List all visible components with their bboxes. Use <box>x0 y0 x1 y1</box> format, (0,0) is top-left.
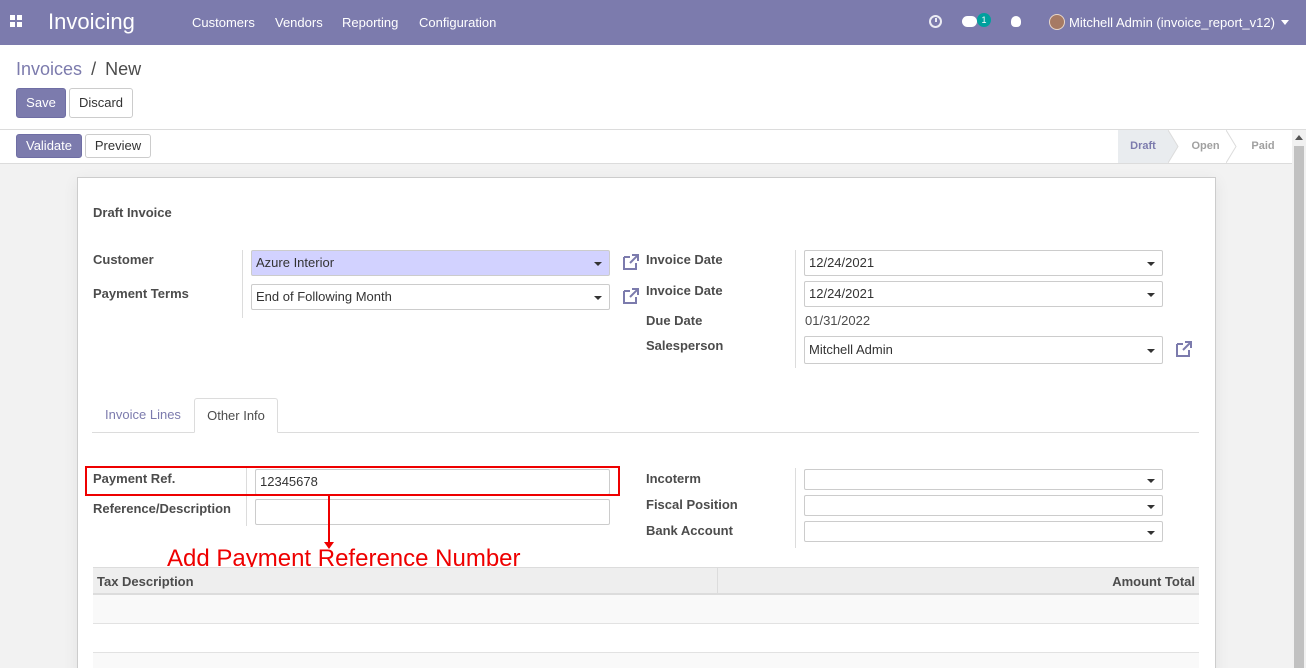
customer-value: Azure Interior <box>256 255 335 270</box>
tab-other-info[interactable]: Other Info <box>194 398 278 433</box>
invoice-date-label: Invoice Date <box>646 252 723 267</box>
preview-button[interactable]: Preview <box>85 134 151 158</box>
fiscal-position-label: Fiscal Position <box>646 497 738 512</box>
incoterm-select[interactable] <box>804 469 1163 490</box>
external-link-icon[interactable] <box>1174 339 1194 359</box>
step-draft[interactable]: Draft <box>1118 130 1168 163</box>
dropdown-caret-icon <box>1147 505 1155 509</box>
table-row <box>93 653 1199 668</box>
validate-button[interactable]: Validate <box>16 134 82 158</box>
dropdown-caret-icon <box>1147 349 1155 353</box>
salesperson-value: Mitchell Admin <box>809 342 893 357</box>
menu-reporting[interactable]: Reporting <box>342 15 398 30</box>
dropdown-caret-icon <box>594 262 602 266</box>
incoterm-label: Incoterm <box>646 471 701 486</box>
field-separator <box>795 250 796 368</box>
fiscal-position-select[interactable] <box>804 495 1163 516</box>
tax-description-header[interactable]: Tax Description <box>97 574 194 589</box>
step-separator-icon <box>1168 130 1179 163</box>
tax-table-header: Tax Description Amount Total <box>93 567 1199 595</box>
breadcrumb: Invoices / New <box>16 59 141 80</box>
debug-bug-icon[interactable] <box>1011 16 1021 27</box>
payment-terms-select[interactable]: End of Following Month <box>251 284 610 310</box>
notebook-tabs: Invoice Lines Other Info <box>92 398 1199 433</box>
dropdown-caret-icon <box>1147 262 1155 266</box>
table-row <box>93 624 1199 653</box>
app-title[interactable]: Invoicing <box>48 9 135 35</box>
step-open[interactable]: Open <box>1180 130 1231 163</box>
dropdown-caret-icon <box>1147 531 1155 535</box>
amount-total-header[interactable]: Amount Total <box>1112 574 1195 589</box>
annotation-highlight-box <box>85 466 620 496</box>
external-link-icon[interactable] <box>621 252 641 272</box>
salesperson-label: Salesperson <box>646 338 724 353</box>
table-row <box>93 595 1199 624</box>
user-caret-icon[interactable] <box>1281 20 1289 25</box>
user-avatar[interactable] <box>1049 14 1065 30</box>
invoice-date-2-label: Invoice Date <box>646 283 723 298</box>
external-link-icon[interactable] <box>621 286 641 306</box>
invoice-date-2-value: 12/24/2021 <box>809 286 875 301</box>
invoice-date-2-input[interactable]: 12/24/2021 <box>804 281 1163 307</box>
menu-vendors[interactable]: Vendors <box>275 15 323 30</box>
field-separator <box>795 468 796 548</box>
chat-badge: 1 <box>977 13 991 27</box>
dropdown-caret-icon <box>1147 293 1155 297</box>
column-separator <box>717 568 718 594</box>
breadcrumb-separator: / <box>91 59 97 79</box>
user-menu[interactable]: Mitchell Admin (invoice_report_v12) <box>1069 15 1275 30</box>
bank-account-label: Bank Account <box>646 523 733 538</box>
customer-label: Customer <box>93 252 154 267</box>
discard-button[interactable]: Discard <box>69 88 133 118</box>
activity-clock-icon[interactable] <box>929 15 942 28</box>
reference-label: Reference/Description <box>93 501 231 516</box>
step-paid[interactable]: Paid <box>1238 130 1288 163</box>
form-heading: Draft Invoice <box>93 205 172 220</box>
top-navbar: Invoicing Customers Vendors Reporting Co… <box>0 0 1306 45</box>
scroll-thumb[interactable] <box>1294 146 1304 668</box>
reference-input[interactable] <box>255 499 610 525</box>
save-button[interactable]: Save <box>16 88 66 118</box>
customer-select[interactable]: Azure Interior <box>251 250 610 276</box>
control-panel: Invoices / New Save Discard <box>0 45 1306 130</box>
status-bar: Validate Preview Draft Open Paid <box>0 130 1306 164</box>
breadcrumb-current: New <box>105 59 142 79</box>
bank-account-select[interactable] <box>804 521 1163 542</box>
tax-table: Tax Description Amount Total <box>93 567 1199 668</box>
scroll-up-arrow-icon[interactable] <box>1295 135 1303 140</box>
salesperson-select[interactable]: Mitchell Admin <box>804 336 1163 364</box>
menu-customers[interactable]: Customers <box>192 15 255 30</box>
apps-menu-icon[interactable] <box>10 15 23 28</box>
breadcrumb-invoices[interactable]: Invoices <box>16 59 82 79</box>
dropdown-caret-icon <box>594 296 602 300</box>
due-date-value: 01/31/2022 <box>805 313 871 328</box>
scrollbar[interactable] <box>1292 130 1306 668</box>
due-date-label: Due Date <box>646 313 703 328</box>
payment-terms-label: Payment Terms <box>93 286 189 301</box>
tab-invoice-lines[interactable]: Invoice Lines <box>92 398 194 433</box>
payment-terms-value: End of Following Month <box>256 289 392 304</box>
invoice-date-input[interactable]: 12/24/2021 <box>804 250 1163 276</box>
menu-configuration[interactable]: Configuration <box>419 15 496 30</box>
invoice-date-value: 12/24/2021 <box>809 255 875 270</box>
field-separator <box>242 250 243 318</box>
step-separator-icon <box>1226 130 1237 163</box>
dropdown-caret-icon <box>1147 479 1155 483</box>
messaging-chat-icon[interactable] <box>962 16 977 27</box>
annotation-arrow-line <box>328 496 330 544</box>
